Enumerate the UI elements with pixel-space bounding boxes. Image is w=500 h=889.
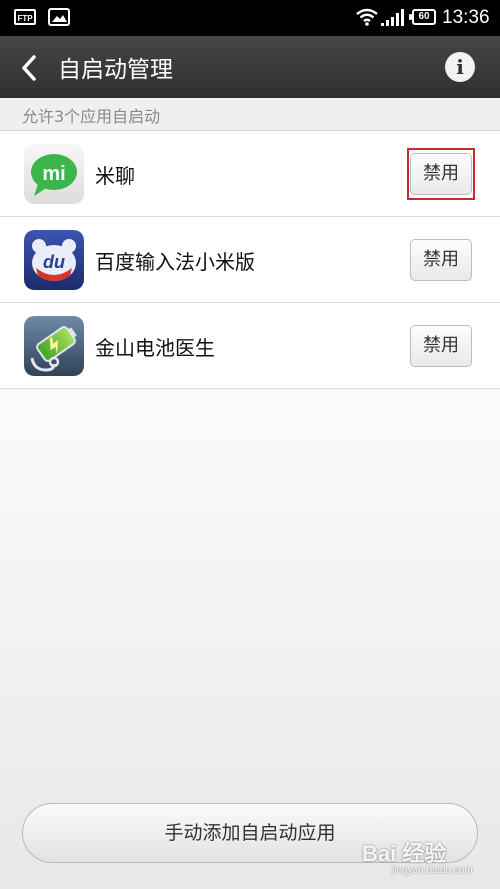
info-icon[interactable]: i <box>445 52 475 82</box>
battery-doctor-icon <box>24 316 84 376</box>
disable-button[interactable]: 禁用 <box>410 239 472 281</box>
app-name: 百度输入法小米版 <box>95 250 255 274</box>
app-name: 米聊 <box>95 164 135 188</box>
signal-icon <box>381 9 404 26</box>
disable-button[interactable]: 禁用 <box>410 325 472 367</box>
watermark: Bai 经验 jingyan.baidu.com <box>362 836 497 886</box>
watermark-text: Bai 经验 <box>362 841 447 866</box>
clock: 13:36 <box>442 7 490 28</box>
picture-icon <box>48 8 70 26</box>
svg-text:mi: mi <box>42 163 65 185</box>
miliao-icon: mi <box>24 144 84 204</box>
highlight-box <box>407 148 475 200</box>
app-row-baidu-input: du 百度输入法小米版 禁用 <box>0 217 500 303</box>
page-title: 自启动管理 <box>58 57 173 83</box>
back-icon[interactable] <box>19 54 39 82</box>
app-row-battery-doctor: 金山电池医生 禁用 <box>0 303 500 389</box>
watermark-url: jingyan.baidu.com <box>392 865 473 876</box>
title-bar: 自启动管理 i <box>0 36 500 98</box>
battery-icon: 60 <box>409 9 436 25</box>
section-header: 允许3个应用自启动 <box>0 98 500 131</box>
baidu-input-icon: du <box>24 230 84 290</box>
app-name: 金山电池医生 <box>95 336 215 360</box>
ftp-icon: FTP <box>14 9 36 25</box>
svg-text:du: du <box>43 252 65 272</box>
status-bar: FTP 60 13:36 <box>0 0 500 36</box>
wifi-icon <box>356 8 378 26</box>
section-label: 允许3个应用自启动 <box>22 107 161 126</box>
